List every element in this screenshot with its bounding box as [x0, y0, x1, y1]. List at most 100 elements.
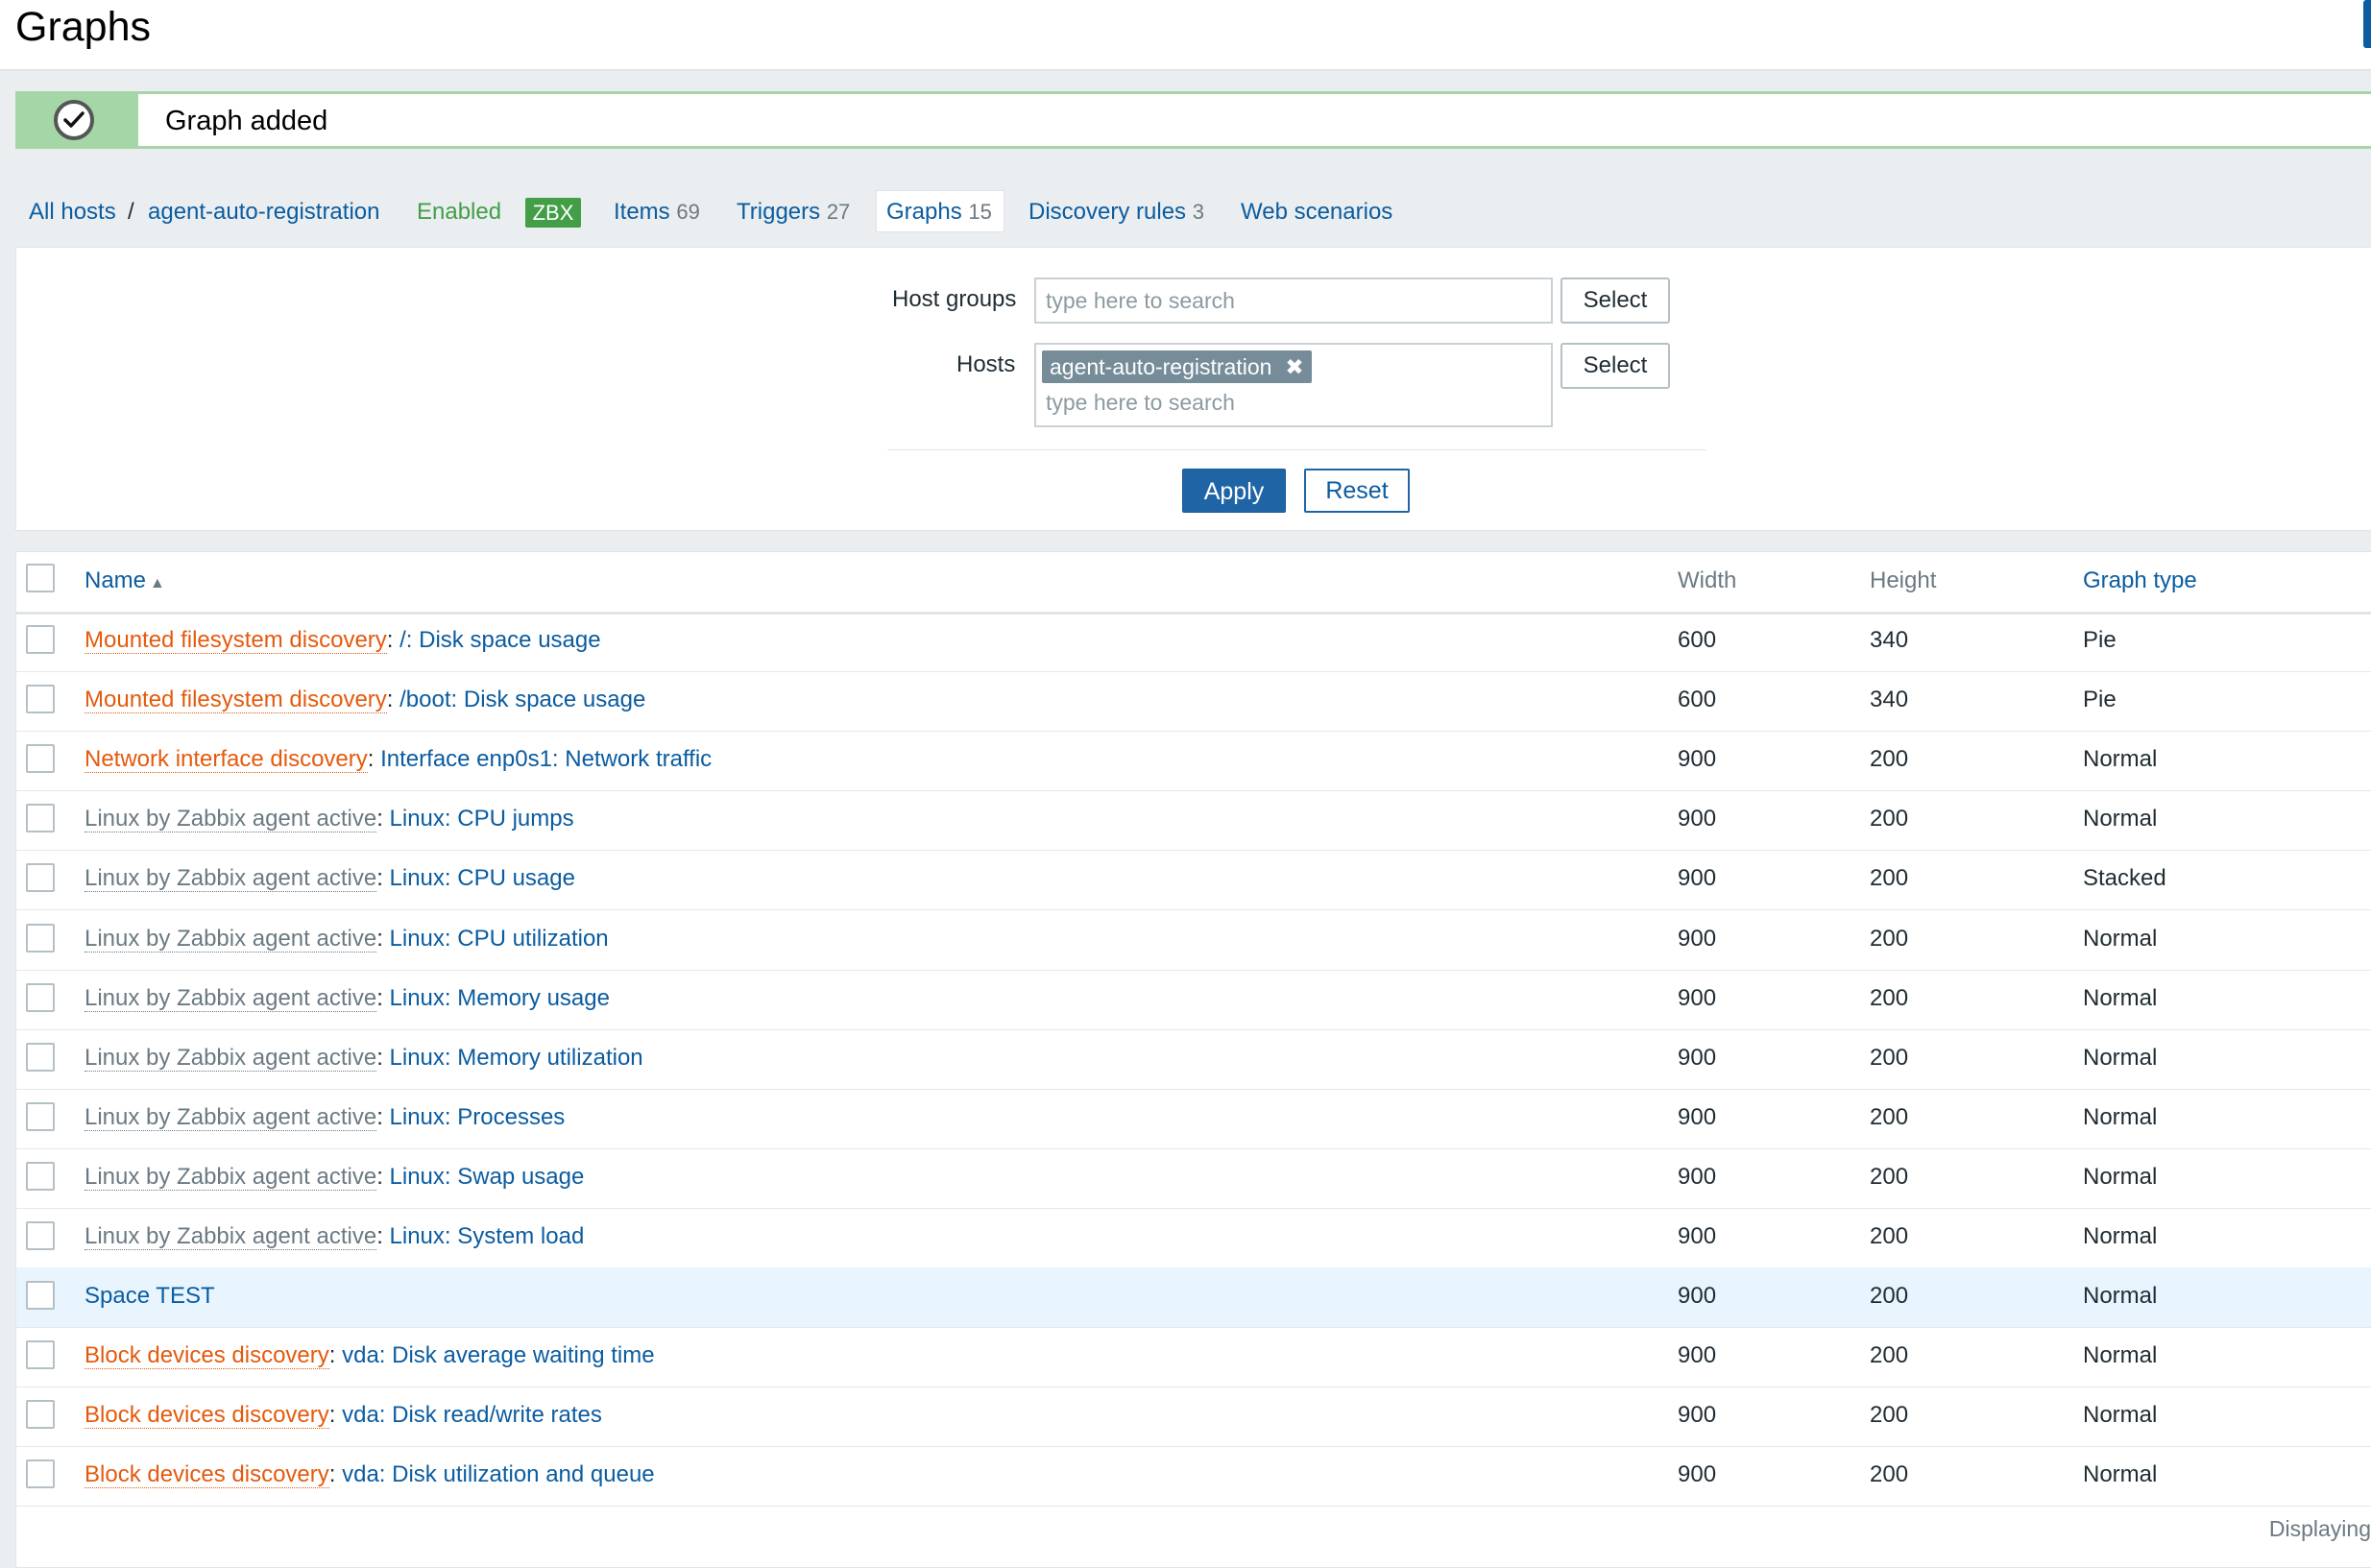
tab-triggers[interactable]: Triggers 27 [737, 199, 850, 226]
graph-type-cell: Normal [2083, 1163, 2158, 1190]
graph-name-link[interactable]: vda: Disk read/write rates [342, 1402, 602, 1428]
template-prefix-link[interactable]: Linux by Zabbix agent active [85, 1044, 377, 1072]
row-checkbox[interactable] [26, 1101, 55, 1131]
graph-type-cell: Pie [2083, 627, 2117, 653]
filter-divider [887, 449, 1706, 450]
template-prefix-link[interactable]: Mounted filesystem discovery [85, 687, 387, 714]
hosts-input[interactable]: agent-auto-registration ✖ type here to se… [1034, 343, 1553, 427]
row-checkbox[interactable] [26, 685, 55, 714]
tab-items[interactable]: Items 69 [614, 199, 700, 226]
graph-name-cell: Mounted filesystem discovery: /boot: Dis… [85, 687, 645, 714]
graph-name-link[interactable]: vda: Disk utilization and queue [342, 1461, 655, 1487]
page-title: Graphs [15, 4, 152, 50]
reset-button[interactable]: Reset [1304, 469, 1410, 513]
select-all-checkbox[interactable] [26, 564, 55, 592]
row-checkbox[interactable] [26, 1042, 55, 1072]
page-header: Graphs [0, 0, 2371, 71]
name-separator: : [367, 746, 381, 773]
table-row: Linux by Zabbix agent active: Linux: Mem… [16, 1029, 2371, 1090]
host-groups-input[interactable]: type here to search [1034, 277, 1553, 324]
row-checkbox[interactable] [26, 804, 55, 833]
table-row: Space TEST 900 200 Normal [16, 1267, 2371, 1329]
column-height-header: Height [1870, 567, 1937, 593]
column-graph-type-header[interactable]: Graph type [2083, 567, 2197, 594]
table-row: Linux by Zabbix agent active: Linux: CPU… [16, 790, 2371, 852]
graph-width-cell: 900 [1678, 1402, 1717, 1429]
graph-name-link[interactable]: Linux: Processes [390, 1104, 566, 1130]
graph-type-cell: Normal [2083, 1044, 2158, 1071]
graph-name-link[interactable]: Linux: CPU jumps [390, 806, 574, 832]
column-width-header: Width [1678, 567, 1737, 593]
graph-height-cell: 200 [1870, 806, 1909, 832]
graph-name-link[interactable]: Linux: Memory utilization [390, 1045, 643, 1071]
graph-width-cell: 900 [1678, 806, 1717, 832]
template-prefix-link[interactable]: Linux by Zabbix agent active [85, 806, 377, 833]
row-checkbox[interactable] [26, 1281, 55, 1311]
tab-discovery-count: 3 [1192, 200, 1204, 224]
row-checkbox[interactable] [26, 1221, 55, 1250]
template-prefix-link[interactable]: Linux by Zabbix agent active [85, 1223, 377, 1250]
graph-name-cell: Linux by Zabbix agent active: Linux: Mem… [85, 1044, 643, 1072]
graph-name-link[interactable]: Linux: CPU usage [390, 865, 575, 891]
graph-name-link[interactable]: /boot: Disk space usage [399, 687, 645, 712]
graph-name-link[interactable]: Interface enp0s1: Network traffic [380, 746, 712, 772]
template-prefix-link[interactable]: Network interface discovery [85, 746, 368, 774]
graph-name-link[interactable]: Linux: CPU utilization [390, 926, 609, 952]
template-prefix-link[interactable]: Linux by Zabbix agent active [85, 1163, 377, 1191]
row-checkbox[interactable] [26, 1161, 55, 1191]
template-prefix-link[interactable]: Block devices discovery [85, 1342, 329, 1370]
row-checkbox[interactable] [26, 744, 55, 774]
table-row: Linux by Zabbix agent active: Linux: Pro… [16, 1089, 2371, 1149]
host-groups-label: Host groups [892, 286, 1017, 312]
template-prefix-link[interactable]: Block devices discovery [85, 1402, 329, 1430]
tab-graphs[interactable]: Graphs 15 [886, 199, 992, 226]
graph-width-cell: 900 [1678, 746, 1717, 773]
row-checkbox[interactable] [26, 923, 55, 953]
chip-remove-icon[interactable]: ✖ [1285, 354, 1303, 379]
host-groups-select-button[interactable]: Select [1561, 277, 1670, 324]
template-prefix-link[interactable]: Linux by Zabbix agent active [85, 984, 377, 1012]
graph-name-link[interactable]: Space TEST [85, 1283, 215, 1309]
template-prefix-link[interactable]: Mounted filesystem discovery [85, 627, 387, 654]
graph-name-link[interactable]: vda: Disk average waiting time [342, 1342, 654, 1368]
template-prefix-link[interactable]: Block devices discovery [85, 1461, 329, 1489]
host-chip-label: agent-auto-registration [1050, 354, 1272, 379]
graph-name-link[interactable]: Linux: Memory usage [390, 985, 610, 1011]
tab-discovery-rules[interactable]: Discovery rules 3 [1028, 199, 1204, 226]
row-checkbox[interactable] [26, 1340, 55, 1370]
header-action-edge[interactable] [2363, 0, 2371, 48]
paging-summary: Displaying [2268, 1516, 2371, 1541]
graph-name-link[interactable]: /: Disk space usage [399, 627, 600, 653]
table-row: Linux by Zabbix agent active: Linux: Sys… [16, 1208, 2371, 1268]
row-checkbox[interactable] [26, 1459, 55, 1489]
breadcrumb-host[interactable]: agent-auto-registration [148, 199, 379, 226]
name-separator: : [376, 984, 390, 1011]
graph-width-cell: 900 [1678, 1044, 1717, 1071]
row-checkbox[interactable] [26, 625, 55, 654]
table-row: Linux by Zabbix agent active: Linux: Mem… [16, 970, 2371, 1030]
row-checkbox[interactable] [26, 863, 55, 893]
row-checkbox[interactable] [26, 982, 55, 1012]
table-row: Mounted filesystem discovery: /: Disk sp… [16, 612, 2371, 672]
template-prefix-link[interactable]: Linux by Zabbix agent active [85, 1103, 377, 1131]
graph-width-cell: 900 [1678, 1461, 1717, 1488]
hosts-select-button[interactable]: Select [1561, 343, 1670, 389]
tab-triggers-label: Triggers [737, 199, 821, 225]
column-name-header[interactable]: Name ▲ [85, 567, 165, 594]
graph-width-cell: 900 [1678, 1283, 1717, 1310]
apply-button[interactable]: Apply [1182, 469, 1286, 513]
graph-name-link[interactable]: Linux: Swap usage [390, 1164, 585, 1190]
graph-name-cell: Linux by Zabbix agent active: Linux: CPU… [85, 925, 609, 953]
graph-name-cell: Block devices discovery: vda: Disk avera… [85, 1342, 655, 1370]
graph-height-cell: 200 [1870, 865, 1909, 892]
table-row: Block devices discovery: vda: Disk read/… [16, 1387, 2371, 1448]
graph-name-link[interactable]: Linux: System load [390, 1223, 585, 1249]
breadcrumb-all-hosts[interactable]: All hosts [29, 199, 116, 226]
tab-web-scenarios[interactable]: Web scenarios [1241, 199, 1392, 226]
template-prefix-link[interactable]: Linux by Zabbix agent active [85, 865, 377, 893]
row-checkbox[interactable] [26, 1400, 55, 1430]
host-status-enabled[interactable]: Enabled [417, 199, 501, 226]
graph-height-cell: 200 [1870, 1283, 1909, 1310]
template-prefix-link[interactable]: Linux by Zabbix agent active [85, 925, 377, 953]
graph-type-cell: Normal [2083, 746, 2158, 773]
